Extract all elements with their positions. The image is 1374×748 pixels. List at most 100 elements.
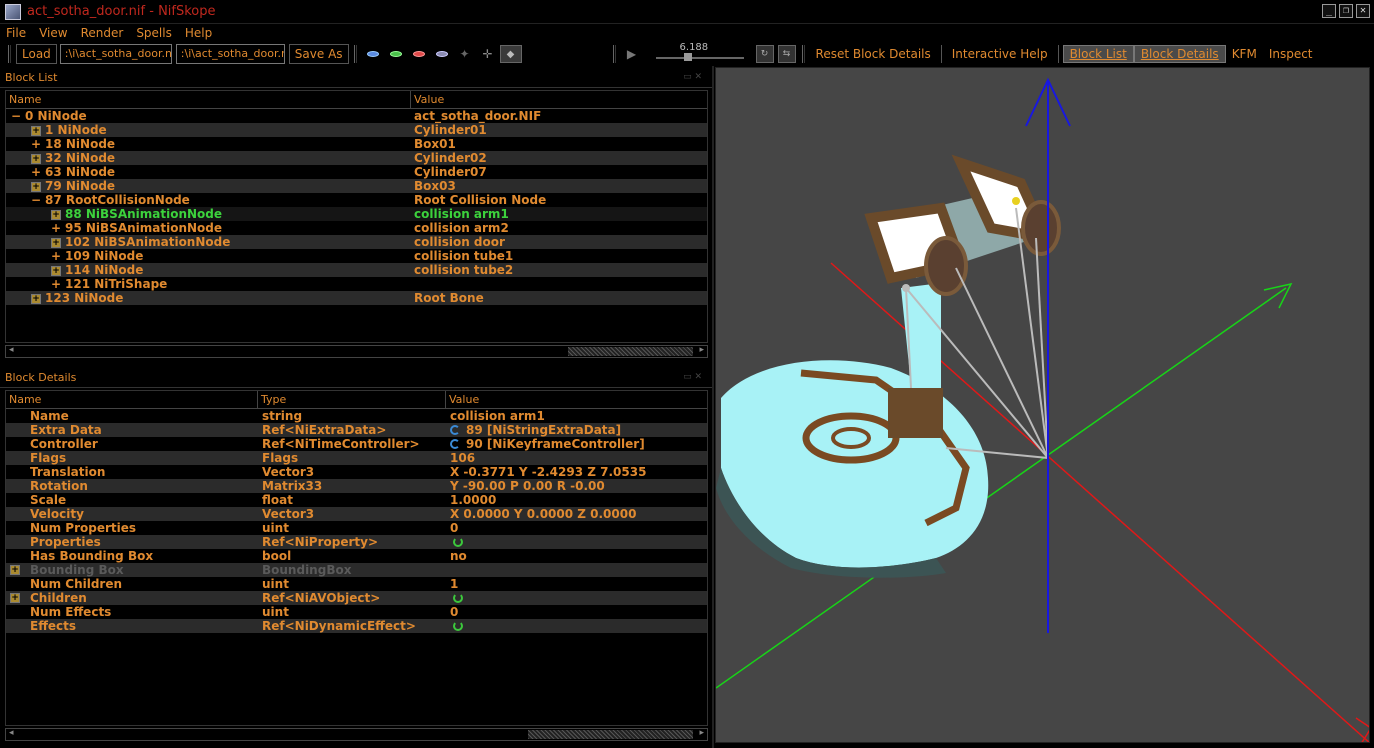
expand-icon[interactable]: + bbox=[10, 565, 20, 575]
view-side-icon[interactable] bbox=[385, 45, 407, 63]
block-list-row[interactable]: −87 RootCollisionNode Root Collision Node bbox=[6, 193, 707, 207]
block-list-row[interactable]: +95 NiBSAnimationNode collision arm2 bbox=[6, 221, 707, 235]
detail-value-cell[interactable]: 106 bbox=[446, 451, 475, 465]
block-name-cell[interactable]: +32 NiNode bbox=[6, 151, 411, 165]
dock-float-icon[interactable]: ▭ ✕ bbox=[683, 372, 702, 382]
block-list-row[interactable]: −0 NiNode act_sotha_door.NIF bbox=[6, 109, 707, 123]
toolbar-grip[interactable] bbox=[612, 45, 616, 63]
column-name[interactable]: Name bbox=[6, 391, 258, 408]
detail-row[interactable]: Extra Data Ref<NiExtraData> 89 [NiStringEx… bbox=[6, 423, 707, 437]
block-name-cell[interactable]: +109 NiNode bbox=[6, 249, 411, 263]
expand-icon[interactable]: + bbox=[31, 293, 41, 304]
detail-row[interactable]: Translation Vector3 X -0.3771 Y -2.4293 Z … bbox=[6, 465, 707, 479]
kfm-toggle[interactable]: KFM bbox=[1226, 46, 1263, 62]
load-button[interactable]: Load bbox=[16, 44, 57, 64]
block-list-row[interactable]: +114 NiNode collision tube2 bbox=[6, 263, 707, 277]
detail-row[interactable]: Controller Ref<NiTimeController> 90 [NiKey… bbox=[6, 437, 707, 451]
block-name-cell[interactable]: +63 NiNode bbox=[6, 165, 411, 179]
detail-row[interactable]: Num Children uint 1 bbox=[6, 577, 707, 591]
detail-value-cell[interactable]: collision arm1 bbox=[446, 409, 545, 423]
axes-icon[interactable]: ✛ bbox=[477, 45, 499, 63]
scroll-right-icon[interactable]: ▸ bbox=[699, 345, 704, 355]
play-icon[interactable]: ▶ bbox=[621, 45, 643, 63]
block-name-cell[interactable]: −87 RootCollisionNode bbox=[6, 193, 411, 207]
link-icon[interactable] bbox=[450, 439, 460, 449]
walk-mode-icon[interactable]: ✦ bbox=[454, 45, 476, 63]
detail-row[interactable]: Scale float 1.0000 bbox=[6, 493, 707, 507]
save-as-button[interactable]: Save As bbox=[288, 44, 349, 64]
detail-row[interactable]: Flags Flags 106 bbox=[6, 451, 707, 465]
view-user-icon[interactable] bbox=[431, 45, 453, 63]
block-name-cell[interactable]: +18 NiNode bbox=[6, 137, 411, 151]
load-path-field[interactable]: :\i\act_sotha_door.nif bbox=[59, 44, 172, 64]
block-value-cell[interactable]: Box03 bbox=[411, 179, 456, 193]
time-slider-knob[interactable] bbox=[683, 53, 692, 61]
block-value-cell[interactable]: collision tube2 bbox=[411, 263, 513, 277]
detail-value-cell[interactable]: no bbox=[446, 549, 467, 563]
block-list-row[interactable]: +32 NiNode Cylinder02 bbox=[6, 151, 707, 165]
scene-canvas[interactable] bbox=[716, 68, 1370, 743]
detail-value-cell[interactable]: Y -90.00 P 0.00 R -0.00 bbox=[446, 479, 605, 493]
block-name-cell[interactable]: +102 NiBSAnimationNode bbox=[6, 235, 411, 249]
block-value-cell[interactable]: collision tube1 bbox=[411, 249, 513, 263]
column-type[interactable]: Type bbox=[258, 391, 446, 408]
block-list-toggle[interactable]: Block List bbox=[1062, 45, 1134, 63]
block-value-cell[interactable]: act_sotha_door.NIF bbox=[411, 109, 541, 123]
minimize-button[interactable]: _ bbox=[1322, 4, 1336, 18]
block-list-row[interactable]: +88 NiBSAnimationNode collision arm1 bbox=[6, 207, 707, 221]
detail-row[interactable]: Has Bounding Box bool no bbox=[6, 549, 707, 563]
detail-value-cell[interactable]: 90 [NiKeyframeController] bbox=[446, 437, 645, 451]
detail-row[interactable]: Effects Ref<NiDynamicEffect> bbox=[6, 619, 707, 633]
detail-value-cell[interactable]: 1 bbox=[446, 577, 458, 591]
switch-anim-icon[interactable]: ⇆ bbox=[777, 45, 796, 63]
block-name-cell[interactable]: −0 NiNode bbox=[6, 109, 411, 123]
block-list-row[interactable]: +109 NiNode collision tube1 bbox=[6, 249, 707, 263]
expand-icon[interactable]: + bbox=[31, 165, 41, 179]
column-name[interactable]: Name bbox=[6, 91, 411, 108]
toolbar-grip[interactable] bbox=[8, 45, 11, 63]
detail-row[interactable]: + Children Ref<NiAVObject> bbox=[6, 591, 707, 605]
expand-icon[interactable]: + bbox=[31, 181, 41, 192]
collapse-icon[interactable]: − bbox=[11, 109, 21, 123]
detail-value-cell[interactable]: 89 [NiStringExtraData] bbox=[446, 423, 621, 437]
scroll-thumb[interactable] bbox=[568, 347, 693, 356]
block-value-cell[interactable]: Root Collision Node bbox=[411, 193, 546, 207]
block-name-cell[interactable]: +88 NiBSAnimationNode bbox=[6, 207, 411, 221]
inspect-toggle[interactable]: Inspect bbox=[1263, 46, 1319, 62]
detail-row[interactable]: Properties Ref<NiProperty> bbox=[6, 535, 707, 549]
block-name-cell[interactable]: +121 NiTriShape bbox=[6, 277, 411, 291]
view-front-icon[interactable] bbox=[362, 45, 384, 63]
block-name-cell[interactable]: +1 NiNode bbox=[6, 123, 411, 137]
block-name-cell[interactable]: +95 NiBSAnimationNode bbox=[6, 221, 411, 235]
wireframe-icon[interactable]: ◆ bbox=[499, 45, 522, 63]
render-viewport[interactable] bbox=[715, 67, 1370, 743]
block-list-row[interactable]: +18 NiNode Box01 bbox=[6, 137, 707, 151]
detail-value-cell[interactable] bbox=[446, 593, 463, 603]
detail-row[interactable]: Num Effects uint 0 bbox=[6, 605, 707, 619]
detail-row[interactable]: Name string collision arm1 bbox=[6, 409, 707, 423]
block-value-cell[interactable]: collision arm2 bbox=[411, 221, 509, 235]
time-slider[interactable]: 6.188 bbox=[655, 42, 744, 63]
block-name-cell[interactable]: +79 NiNode bbox=[6, 179, 411, 193]
block-value-cell[interactable]: Cylinder02 bbox=[411, 151, 487, 165]
detail-value-cell[interactable]: X -0.3771 Y -2.4293 Z 7.0535 bbox=[446, 465, 646, 479]
block-value-cell[interactable]: Box01 bbox=[411, 137, 456, 151]
detail-value-cell[interactable] bbox=[446, 621, 463, 631]
block-list-hscrollbar[interactable]: ◂ ▸ bbox=[5, 345, 708, 358]
collapse-icon[interactable]: − bbox=[31, 193, 41, 207]
interactive-help-button[interactable]: Interactive Help bbox=[946, 46, 1054, 62]
detail-value-cell[interactable] bbox=[446, 537, 463, 547]
menu-file[interactable]: File bbox=[6, 26, 26, 40]
expand-icon[interactable]: + bbox=[51, 277, 61, 291]
scroll-right-icon[interactable]: ▸ bbox=[699, 728, 704, 738]
expand-icon[interactable]: + bbox=[10, 593, 20, 603]
link-icon[interactable] bbox=[450, 425, 460, 435]
block-name-cell[interactable]: +114 NiNode bbox=[6, 263, 411, 277]
menu-view[interactable]: View bbox=[39, 26, 67, 40]
expand-icon[interactable]: + bbox=[31, 137, 41, 151]
expand-icon[interactable]: + bbox=[31, 125, 41, 136]
view-top-icon[interactable] bbox=[408, 45, 430, 63]
ref-list-icon[interactable] bbox=[453, 621, 463, 631]
detail-row[interactable]: Num Properties uint 0 bbox=[6, 521, 707, 535]
block-list-row[interactable]: +102 NiBSAnimationNode collision door bbox=[6, 235, 707, 249]
